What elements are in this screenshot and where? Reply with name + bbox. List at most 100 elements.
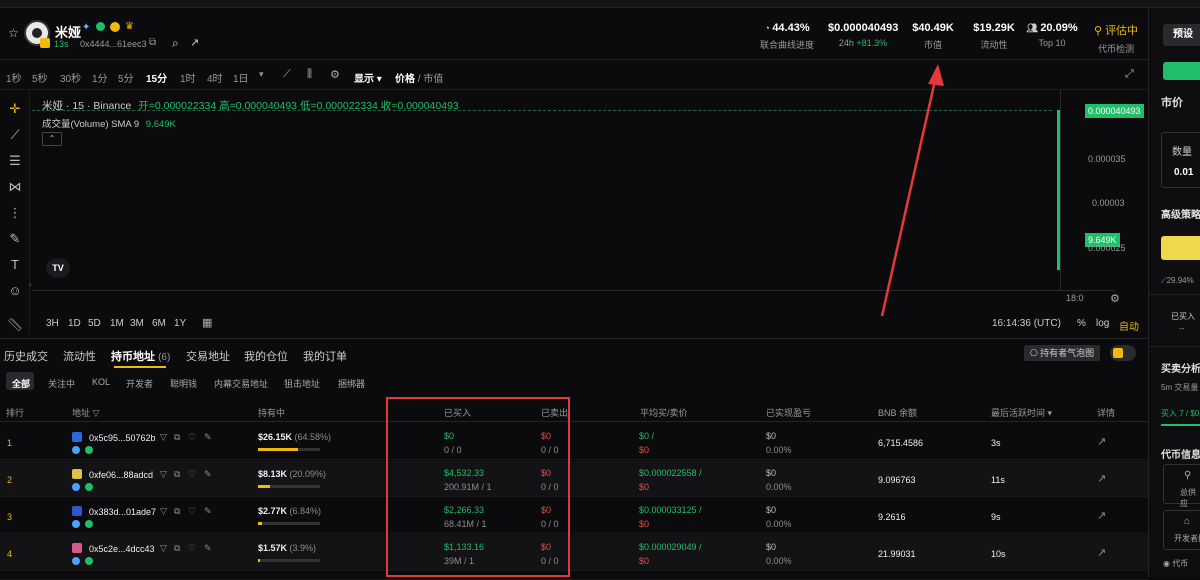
copy-icon[interactable]: ⧉ — [174, 543, 180, 554]
range-5d[interactable]: 5D — [88, 318, 101, 329]
heart-icon[interactable]: ♡ — [188, 432, 196, 443]
filter-icon[interactable]: ▽ — [160, 432, 167, 443]
edit-icon[interactable]: ✎ — [204, 469, 212, 480]
buy-tab[interactable] — [1163, 62, 1200, 80]
auto-toggle[interactable]: 自动 — [1119, 318, 1139, 333]
external-link-icon[interactable]: ↗ — [1097, 509, 1106, 522]
tab-holders[interactable]: 持币地址 (6) — [111, 348, 170, 364]
timeframe-4[interactable]: 5分 — [118, 70, 134, 85]
ruler-icon[interactable]: 📏︎ — [6, 316, 24, 334]
header-holding[interactable]: 持有中 — [258, 406, 285, 419]
table-row[interactable]: 4 0x5c2e...4dcc43 ▽ ⧉ ♡ ✎ $1.57K (3.9%) … — [0, 535, 1148, 571]
emoji-icon[interactable]: ☺ — [6, 282, 24, 300]
chart-settings-icon[interactable]: ⚙ — [1110, 292, 1120, 305]
tab-liquidity[interactable]: 流动性 — [63, 348, 96, 364]
contract-address[interactable]: 0x4444...61eec3 — [80, 39, 147, 49]
filter-0[interactable]: 全部 — [12, 377, 30, 390]
table-row[interactable]: 3 0x383d...01ade7 ▽ ⧉ ♡ ✎ $2.77K (6.84%)… — [0, 498, 1148, 534]
filter-4[interactable]: 聪明钱 — [170, 377, 197, 390]
timeframe-0[interactable]: 1秒 — [6, 70, 22, 85]
timeframe-7[interactable]: 4时 — [207, 70, 223, 85]
display-menu[interactable]: 显示 ▾ — [354, 70, 382, 85]
chevron-left-icon[interactable]: ‹ — [29, 280, 32, 289]
filter-5[interactable]: 内幕交易地址 — [214, 377, 268, 390]
range-6m[interactable]: 6M — [152, 318, 166, 329]
fib-icon[interactable]: ☰ — [6, 152, 24, 170]
header-realized-pnl[interactable]: 已实现盈亏 — [766, 406, 811, 419]
copy-icon[interactable]: ⧉ — [174, 469, 180, 480]
header-address[interactable]: 地址 ▽ — [72, 406, 99, 419]
header-last-active[interactable]: 最后活跃时间 ▾ — [991, 406, 1052, 419]
edit-icon[interactable]: ✎ — [204, 432, 212, 443]
filter-3[interactable]: 开发者 — [126, 377, 153, 390]
toggle-switch[interactable] — [1110, 345, 1136, 361]
indicator-icon[interactable]: ⟋ — [283, 68, 291, 81]
timeframe-5[interactable]: 15分 — [146, 70, 167, 85]
holder-address[interactable]: 0x5c95...50762b — [89, 433, 156, 443]
buy-button[interactable] — [1161, 236, 1200, 260]
tab-trade-history[interactable]: 历史成交 — [4, 348, 48, 364]
external-link-icon[interactable]: ↗ — [1097, 472, 1106, 485]
range-1m[interactable]: 1M — [110, 318, 124, 329]
percent-toggle[interactable]: % — [1077, 318, 1086, 329]
brush-icon[interactable]: ✎ — [6, 230, 24, 248]
price-mcap-toggle[interactable]: 价格 / 市值 — [395, 70, 443, 85]
external-link-icon[interactable]: ↗ — [1097, 435, 1106, 448]
filter-6[interactable]: 狙击地址 — [284, 377, 320, 390]
pattern-icon[interactable]: ⋈ — [6, 178, 24, 196]
fullscreen-icon[interactable]: ⤢ — [1125, 68, 1134, 81]
search-icon[interactable]: ⌕ — [172, 36, 179, 51]
text-icon[interactable]: T — [6, 256, 24, 274]
filter-icon[interactable]: ▽ — [160, 469, 167, 480]
timeframe-3[interactable]: 1分 — [92, 70, 108, 85]
table-row[interactable]: 2 0xfe06...88adcd ▽ ⧉ ♡ ✎ $8.13K (20.09%… — [0, 461, 1148, 497]
copy-icon[interactable]: ⧉ — [149, 37, 156, 48]
settings-icon[interactable]: ⚙ — [330, 68, 340, 81]
holder-address[interactable]: 0x383d...01ade7 — [89, 507, 156, 517]
timeframe-6[interactable]: 1时 — [180, 70, 196, 85]
crosshair-icon[interactable]: ✛ — [6, 100, 24, 118]
holder-address[interactable]: 0xfe06...88adcd — [89, 470, 153, 480]
filter-icon[interactable]: ▽ — [160, 506, 167, 517]
range-3h[interactable]: 3H — [46, 318, 59, 329]
holder-address[interactable]: 0x5c2e...4dcc43 — [89, 544, 155, 554]
timeframe-8[interactable]: 1日 — [233, 70, 249, 85]
filter-7[interactable]: 捆绑器 — [338, 377, 365, 390]
projection-icon[interactable]: ⋮ — [6, 204, 24, 222]
header-bought[interactable]: 已买入 — [444, 406, 471, 419]
copy-icon[interactable]: ⧉ — [174, 506, 180, 517]
calendar-icon[interactable]: ▦ — [202, 316, 212, 329]
collapse-legend-button[interactable]: ⌃ — [42, 132, 62, 146]
header-details[interactable]: 详情 — [1097, 406, 1115, 419]
header-avg-price[interactable]: 平均买/卖价 — [640, 406, 688, 419]
bubble-map-button[interactable]: ⎔ 持有者气泡图 — [1024, 345, 1100, 361]
header-bnb-balance[interactable]: BNB 余额 — [878, 406, 917, 419]
stat-token-check[interactable]: ⚲ 评估中 代币检测 — [1088, 22, 1144, 55]
log-toggle[interactable]: log — [1096, 318, 1109, 329]
range-1d[interactable]: 1D — [68, 318, 81, 329]
heart-icon[interactable]: ♡ — [188, 506, 196, 517]
trendline-icon[interactable]: ⟋ — [6, 126, 24, 144]
range-3m[interactable]: 3M — [130, 318, 144, 329]
market-order-label[interactable]: 市价 — [1161, 94, 1183, 110]
candle-type-icon[interactable]: ⫼ — [307, 68, 312, 81]
chevron-down-icon[interactable]: ▾ — [259, 69, 264, 80]
price-chart[interactable]: 米娅 · 15 · Binance 开=0.000022334 高=0.0000… — [29, 90, 1147, 335]
timeframe-2[interactable]: 30秒 — [60, 70, 81, 85]
tab-traders[interactable]: 交易地址 — [186, 348, 230, 364]
heart-icon[interactable]: ♡ — [188, 469, 196, 480]
filter-2[interactable]: KOL — [92, 377, 110, 387]
heart-icon[interactable]: ♡ — [188, 543, 196, 554]
advanced-strategy-label[interactable]: 高级策略 — [1161, 206, 1200, 221]
edit-icon[interactable]: ✎ — [204, 543, 212, 554]
timeframe-1[interactable]: 5秒 — [32, 70, 48, 85]
qty-box[interactable]: 数量 0.01 — [1161, 132, 1200, 188]
filter-1[interactable]: 关注中 — [48, 377, 75, 390]
copy-icon[interactable]: ⧉ — [174, 432, 180, 443]
table-row[interactable]: 1 0x5c95...50762b ▽ ⧉ ♡ ✎ $26.15K (64.58… — [0, 424, 1148, 460]
external-link-icon[interactable]: ↗ — [1097, 546, 1106, 559]
filter-icon[interactable]: ▽ — [160, 543, 167, 554]
edit-icon[interactable]: ✎ — [204, 506, 212, 517]
header-sold[interactable]: 已卖出 — [541, 406, 568, 419]
tab-my-orders[interactable]: 我的订单 — [303, 348, 347, 364]
